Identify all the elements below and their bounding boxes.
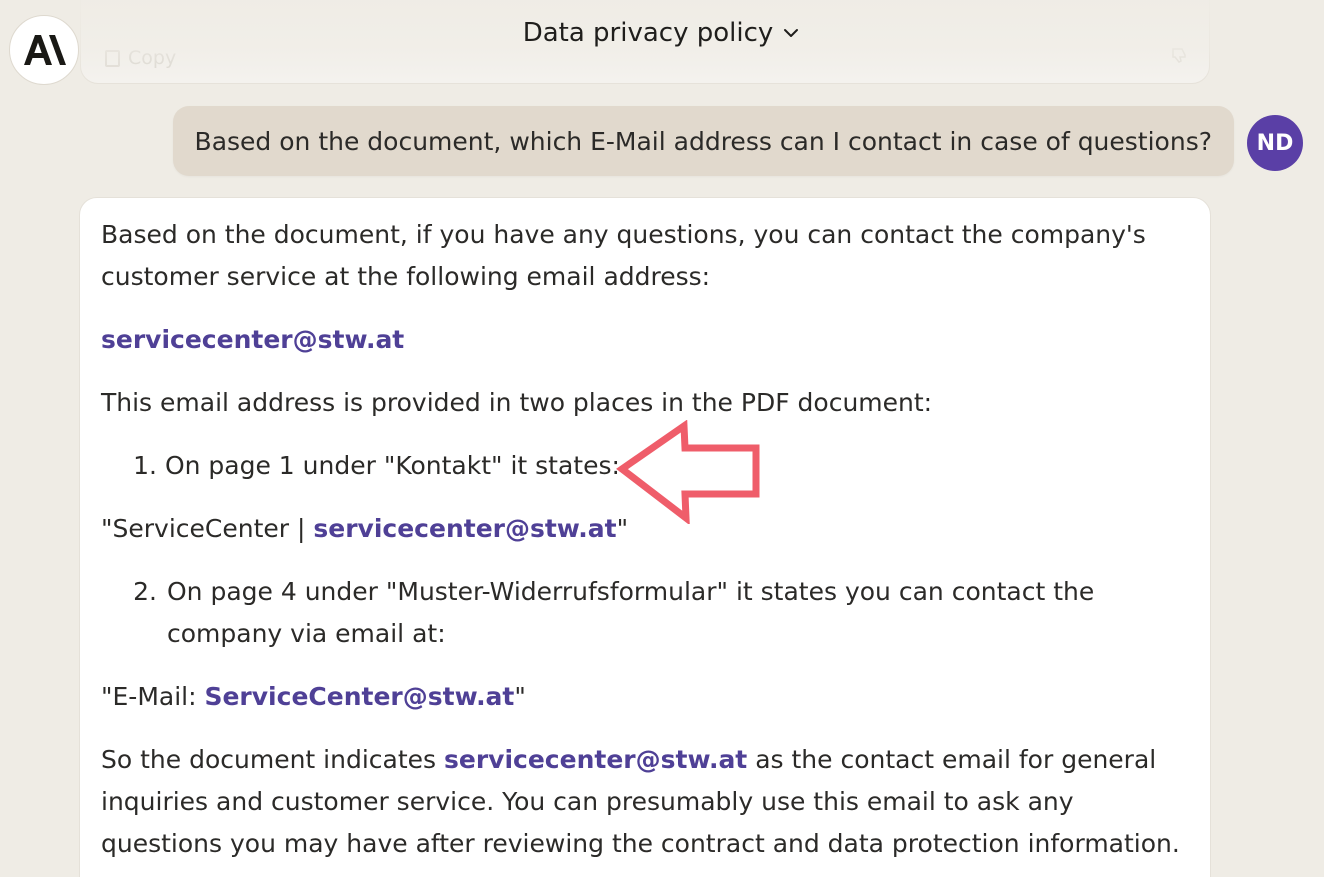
quote-prefix: "E-Mail: xyxy=(101,682,205,711)
user-message-text: Based on the document, which E-Mail addr… xyxy=(194,126,1212,156)
list-item-text-content: On page 1 under "Kontakt" it states: xyxy=(164,451,620,480)
assistant-reply: Based on the document, if you have any q… xyxy=(79,197,1211,877)
reply-paragraph-intro: Based on the document, if you have any q… xyxy=(101,220,1146,291)
list-item-number: 1. xyxy=(133,451,157,480)
copy-icon xyxy=(105,49,120,67)
reply-email-line: servicecenter@stw.at xyxy=(101,319,1189,361)
list-item: 2. On page 4 under "Muster-Widerrufsform… xyxy=(101,571,1189,655)
quote-suffix: " xyxy=(514,682,526,711)
email-link[interactable]: servicecenter@stw.at xyxy=(313,514,616,543)
copy-label: Copy xyxy=(128,47,177,69)
reply-paragraph-conclusion: So the document indicates servicecenter@… xyxy=(101,739,1189,865)
email-link[interactable]: ServiceCenter@stw.at xyxy=(204,682,514,711)
user-initials: ND xyxy=(1256,130,1294,156)
chat-page: Copy Data privacy policy Based on the do… xyxy=(0,0,1324,877)
quote-prefix: "ServiceCenter | xyxy=(101,514,314,543)
list-item-number: 2. xyxy=(133,577,157,606)
list-item-text: On page 1 under "Kontakt" it states: xyxy=(157,445,620,487)
list-item-text: On page 4 under "Muster-Widerrufsformula… xyxy=(157,571,1189,655)
conclusion-text-before: So the document indicates xyxy=(101,745,444,774)
copy-button[interactable]: Copy xyxy=(105,47,176,69)
user-message-bubble: Based on the document, which E-Mail addr… xyxy=(172,106,1234,176)
reply-quote-widerruf: "E-Mail: ServiceCenter@stw.at" xyxy=(101,676,1189,718)
email-link[interactable]: servicecenter@stw.at xyxy=(444,745,747,774)
user-avatar[interactable]: ND xyxy=(1247,115,1303,171)
left-arrow-annotation xyxy=(616,420,760,524)
chevron-down-icon xyxy=(784,29,799,37)
reply-paragraph-two-places: This email address is provided in two pl… xyxy=(101,388,933,417)
conversation-title-button[interactable]: Data privacy policy xyxy=(523,18,802,48)
thumbs-down-icon[interactable] xyxy=(1171,47,1189,63)
email-link[interactable]: servicecenter@stw.at xyxy=(101,325,404,354)
conversation-title: Data privacy policy xyxy=(522,18,774,48)
list-item-text-content: On page 4 under "Muster-Widerrufsformula… xyxy=(167,577,1095,648)
conversation-title-bar: Data privacy policy xyxy=(0,18,1324,48)
